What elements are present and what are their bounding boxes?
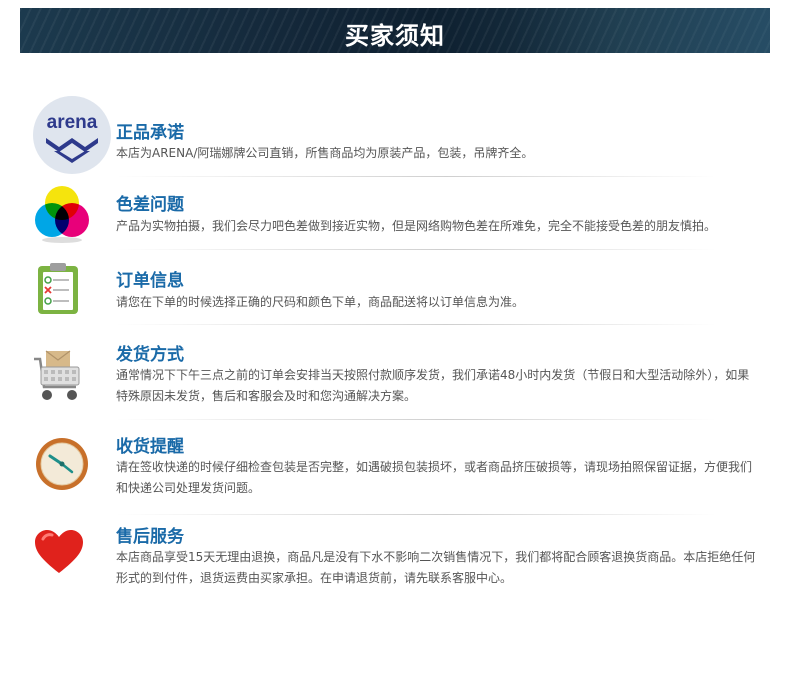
clipboard-icon	[38, 263, 78, 314]
item-title: 发货方式	[116, 345, 184, 365]
heart-icon	[35, 530, 83, 573]
item-desc: 请在签收快递的时候仔细检查包装是否完整，如遇破损包装损坏，或者商品挤压破损等，请…	[116, 460, 753, 495]
color-wheel-icon	[35, 186, 89, 243]
item-divider	[116, 324, 716, 325]
item-title: 收货提醒	[116, 437, 184, 457]
page-title: 买家须知	[345, 22, 445, 50]
clock-icon	[36, 438, 88, 490]
item-divider	[116, 176, 716, 177]
item-divider	[116, 419, 716, 420]
item-divider	[116, 514, 716, 515]
item-desc: 本店商品享受15天无理由退换，商品凡是没有下水不影响二次销售情况下，我们都将配合…	[116, 550, 756, 585]
header-banner: 买家须知	[20, 8, 770, 53]
item-title: 正品承诺	[116, 123, 184, 143]
arena-logo-text: arena	[47, 112, 98, 133]
item-title: 售后服务	[116, 527, 184, 547]
item-title: 订单信息	[116, 271, 184, 291]
item-desc: 产品为实物拍摄，我们会尽力吧色差做到接近实物，但是网络购物色差在所难免，完全不能…	[116, 219, 717, 233]
arena-logo-icon: arena	[33, 96, 111, 174]
item-desc: 本店为ARENA/阿瑞娜牌公司直销，所售商品均为原装产品，包装，吊牌齐全。	[116, 146, 534, 160]
shopping-cart-icon	[34, 350, 80, 400]
item-title: 色差问题	[116, 195, 184, 215]
item-divider	[116, 249, 716, 250]
item-desc: 通常情况下下午三点之前的订单会安排当天按照付款顺序发货，我们承诺48小时内发货（…	[116, 368, 750, 403]
item-desc: 请您在下单的时候选择正确的尺码和颜色下单，商品配送将以订单信息为准。	[116, 295, 525, 309]
